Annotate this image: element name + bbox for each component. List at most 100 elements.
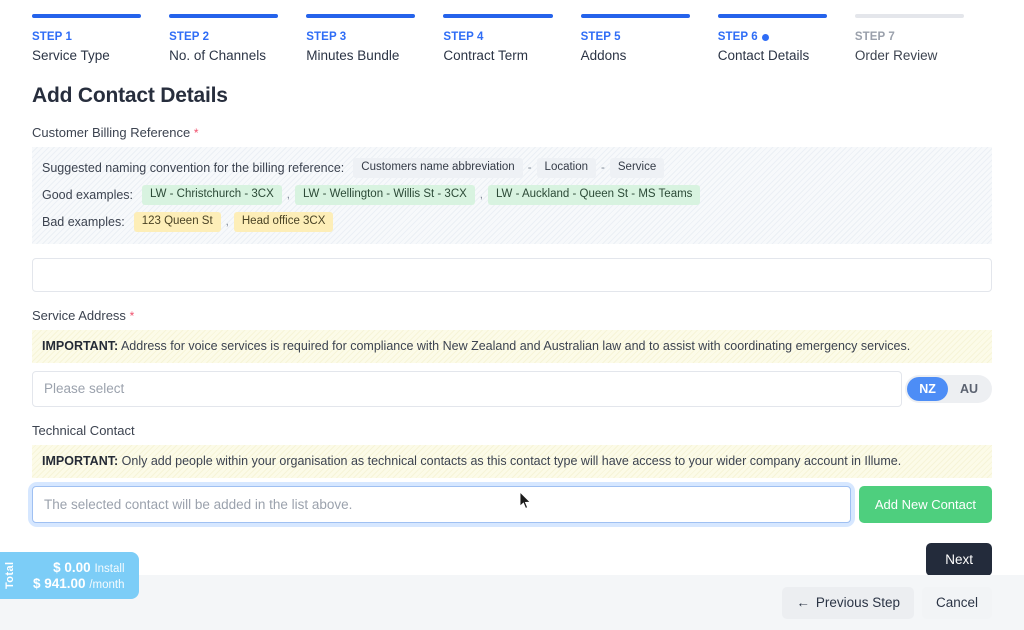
step-number: STEP 5 <box>581 31 690 43</box>
step-title: Addons <box>580 48 627 63</box>
step-7-order-review[interactable]: STEP 7 Order Review <box>854 14 992 63</box>
good-example-chip-1: LW - Christchurch - 3CX <box>142 184 282 206</box>
wizard-stepper: STEP 1 Service Type STEP 2 No. of Channe… <box>0 0 1024 63</box>
step-progress-bar <box>306 14 416 18</box>
service-address-important-note: IMPORTANT: Address for voice services is… <box>32 330 992 363</box>
required-asterisk: * <box>129 309 135 323</box>
billing-reference-label: Customer Billing Reference * <box>32 125 992 140</box>
good-example-chip-2: LW - Wellington - Willis St - 3CX <box>295 184 475 206</box>
step-progress-bar <box>580 14 690 18</box>
step-number: STEP 6 <box>718 31 827 43</box>
technical-contact-input-wrapper <box>32 485 851 523</box>
note-body-text: Address for voice services is required f… <box>120 339 911 353</box>
cancel-button[interactable]: Cancel <box>921 586 992 619</box>
convention-chip-service: Service <box>609 157 665 179</box>
step-5-addons[interactable]: STEP 5 Addons <box>580 14 718 63</box>
add-new-contact-button[interactable]: Add New Contact <box>858 485 992 523</box>
step-progress-bar <box>854 14 964 18</box>
total-badge-label: Total <box>4 561 16 590</box>
bad-example-chip-2: Head office 3CX <box>233 211 334 233</box>
bad-examples-lead: Bad examples: <box>42 215 125 229</box>
service-address-select[interactable] <box>32 370 903 407</box>
step-number: STEP 1 <box>32 31 141 43</box>
step-number-label: STEP 7 <box>854 31 895 43</box>
required-asterisk: * <box>193 126 199 140</box>
bad-examples-row: Bad examples: 123 Queen St , Head office… <box>42 210 982 234</box>
comma-separator: , <box>286 189 290 201</box>
step-title: Service Type <box>32 48 110 63</box>
total-badge: Total $ 0.00 Install $ 941.00 /month <box>0 552 139 599</box>
bad-example-chip-1: 123 Queen St <box>133 211 221 233</box>
total-monthly-unit: /month <box>89 579 125 591</box>
good-examples-row: Good examples: LW - Christchurch - 3CX ,… <box>42 183 982 207</box>
step-1-service-type[interactable]: STEP 1 Service Type <box>32 14 169 63</box>
total-badge-values: $ 0.00 Install $ 941.00 /month <box>21 552 125 599</box>
total-install-line: $ 0.00 Install <box>53 560 124 575</box>
step-progress-bar <box>32 14 142 18</box>
comma-separator: , <box>225 216 229 228</box>
convention-separator: - <box>527 162 532 174</box>
billing-reference-guidance-panel: Suggested naming convention for the bill… <box>32 147 992 244</box>
convention-chip-customer-abbrev: Customers name abbreviation <box>353 157 523 179</box>
step-title: Minutes Bundle <box>306 48 400 63</box>
step-number: STEP 3 <box>306 31 415 43</box>
service-address-label-text: Service Address <box>32 308 126 323</box>
naming-convention-lead: Suggested naming convention for the bill… <box>42 161 345 175</box>
step-title: Contract Term <box>443 48 528 63</box>
step-number: STEP 7 <box>855 31 964 43</box>
step-number: STEP 4 <box>443 31 552 43</box>
form-content: Add Contact Details Customer Billing Ref… <box>0 84 1024 576</box>
previous-step-button[interactable]: ← Previous Step <box>782 586 914 619</box>
step-title: Contact Details <box>717 48 810 63</box>
step-2-no-of-channels[interactable]: STEP 2 No. of Channels <box>169 14 306 63</box>
billing-reference-label-text: Customer Billing Reference <box>32 125 191 140</box>
good-example-chip-3: LW - Auckland - Queen St - MS Teams <box>488 184 701 206</box>
step-progress-bar <box>169 14 279 18</box>
step-number-label: STEP 6 <box>717 31 758 43</box>
step-number-label: STEP 1 <box>32 31 73 43</box>
step-title: No. of Channels <box>169 48 266 63</box>
total-monthly-line: $ 941.00 /month <box>33 576 125 591</box>
convention-separator: - <box>601 162 605 174</box>
footer-bar: Total $ 0.00 Install $ 941.00 /month ← P… <box>0 552 1024 630</box>
current-step-dot-icon <box>761 33 769 41</box>
service-address-label: Service Address * <box>32 308 992 323</box>
service-address-select-row: NZ AU <box>32 370 992 407</box>
step-number-label: STEP 3 <box>306 31 347 43</box>
step-progress-bar <box>717 14 827 18</box>
step-number-label: STEP 5 <box>580 31 621 43</box>
country-option-au[interactable]: AU <box>948 377 990 401</box>
note-strong-label: IMPORTANT: <box>42 453 119 468</box>
note-strong-label: IMPORTANT: <box>42 339 119 353</box>
footer-actions: ← Previous Step Cancel <box>782 586 1024 619</box>
previous-step-label: Previous Step <box>815 595 900 610</box>
comma-separator: , <box>479 189 483 201</box>
total-install-amount: $ 0.00 <box>53 560 91 575</box>
arrow-left-icon: ← <box>796 595 810 610</box>
note-body-text: Only add people within your organisation… <box>121 453 902 468</box>
technical-contact-important-note: IMPORTANT: Only add people within your o… <box>32 444 992 478</box>
step-progress-bar <box>443 14 553 18</box>
step-title: Order Review <box>854 48 938 63</box>
step-6-contact-details[interactable]: STEP 6 Contact Details <box>717 14 855 63</box>
naming-convention-row: Suggested naming convention for the bill… <box>42 156 982 180</box>
step-number-label: STEP 2 <box>169 31 210 43</box>
technical-contact-label-text: Technical Contact <box>32 422 135 438</box>
convention-chip-location: Location <box>536 157 597 179</box>
country-toggle[interactable]: NZ AU <box>905 374 992 403</box>
page-title: Add Contact Details <box>32 84 228 107</box>
country-option-nz[interactable]: NZ <box>907 376 948 401</box>
step-number: STEP 2 <box>169 31 278 43</box>
step-3-minutes-bundle[interactable]: STEP 3 Minutes Bundle <box>306 14 443 63</box>
good-examples-lead: Good examples: <box>42 188 134 202</box>
total-install-unit: Install <box>94 563 125 575</box>
step-number-label: STEP 4 <box>443 31 484 43</box>
technical-contact-row: Add New Contact <box>32 485 992 523</box>
technical-contact-input[interactable] <box>32 485 851 523</box>
total-monthly-amount: $ 941.00 <box>33 576 86 591</box>
billing-reference-input[interactable] <box>32 258 992 292</box>
next-button-row: Next <box>32 542 992 576</box>
technical-contact-label: Technical Contact <box>32 423 992 438</box>
next-button[interactable]: Next <box>926 542 992 576</box>
step-4-contract-term[interactable]: STEP 4 Contract Term <box>443 14 580 63</box>
